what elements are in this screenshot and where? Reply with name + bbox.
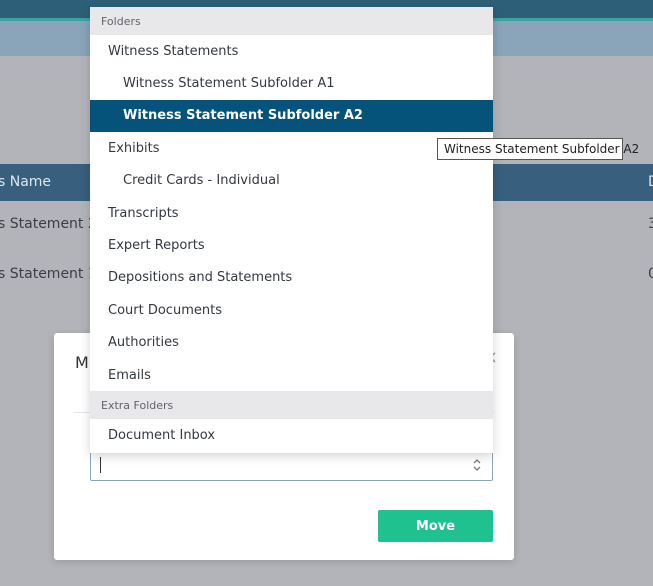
option-witness-statement-subfolder-a2[interactable]: Witness Statement Subfolder A2 xyxy=(90,99,493,133)
chevron-up-down-icon[interactable] xyxy=(472,457,482,473)
option-witness-statements[interactable]: Witness Statements xyxy=(90,35,493,67)
option-authorities[interactable]: Authorities xyxy=(90,327,493,359)
column-header-right[interactable]: D xyxy=(648,174,653,190)
option-court-documents[interactable]: Court Documents xyxy=(90,294,493,326)
option-tooltip: Witness Statement Subfolder A2 xyxy=(437,138,639,160)
option-transcripts[interactable]: Transcripts xyxy=(90,197,493,229)
group-header-extra-folders: Extra Folders xyxy=(90,391,493,420)
table-row-right: 0 xyxy=(648,266,653,282)
group-header-folders: Folders xyxy=(90,7,493,35)
move-button[interactable]: Move xyxy=(378,510,493,542)
option-emails[interactable]: Emails xyxy=(90,359,493,391)
option-document-inbox[interactable]: Document Inbox xyxy=(90,419,493,451)
option-credit-cards-individual[interactable]: Credit Cards - Individual xyxy=(90,165,493,197)
table-row-right: 3 xyxy=(648,216,653,232)
dialog-title: M xyxy=(75,353,89,372)
option-exhibits[interactable]: Exhibits xyxy=(90,132,493,164)
option-expert-reports[interactable]: Expert Reports xyxy=(90,229,493,261)
folder-select[interactable] xyxy=(90,449,493,481)
option-depositions-and-statements[interactable]: Depositions and Statements xyxy=(90,262,493,294)
table-row-name[interactable]: s Statement 2 xyxy=(0,216,97,232)
table-row-name[interactable]: s Statement 1 xyxy=(0,266,97,282)
folder-dropdown: Folders Witness Statements Witness State… xyxy=(90,7,493,453)
text-cursor xyxy=(100,457,101,473)
column-header-name[interactable]: s Name xyxy=(0,174,51,190)
option-witness-statement-subfolder-a1[interactable]: Witness Statement Subfolder A1 xyxy=(90,67,493,99)
